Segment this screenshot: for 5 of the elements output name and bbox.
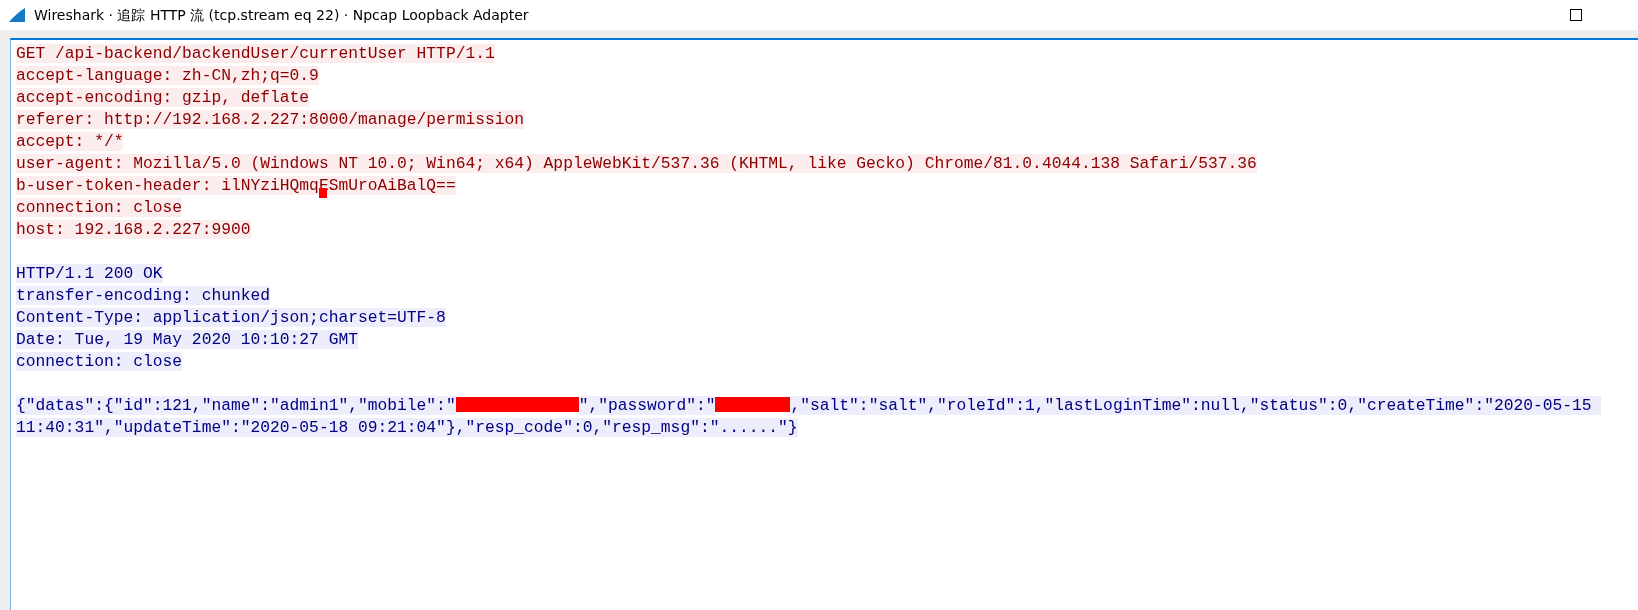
- shark-fin-icon: [8, 7, 26, 23]
- maximize-icon[interactable]: [1570, 9, 1582, 21]
- window-title: Wireshark · 追踪 HTTP 流 (tcp.stream eq 22) · Npcap Loopback Adapter: [34, 5, 529, 25]
- json-text: {"datas":{"id":121,"name":"admin1","mobile":": [16, 396, 456, 415]
- json-text: ","password":": [578, 396, 716, 415]
